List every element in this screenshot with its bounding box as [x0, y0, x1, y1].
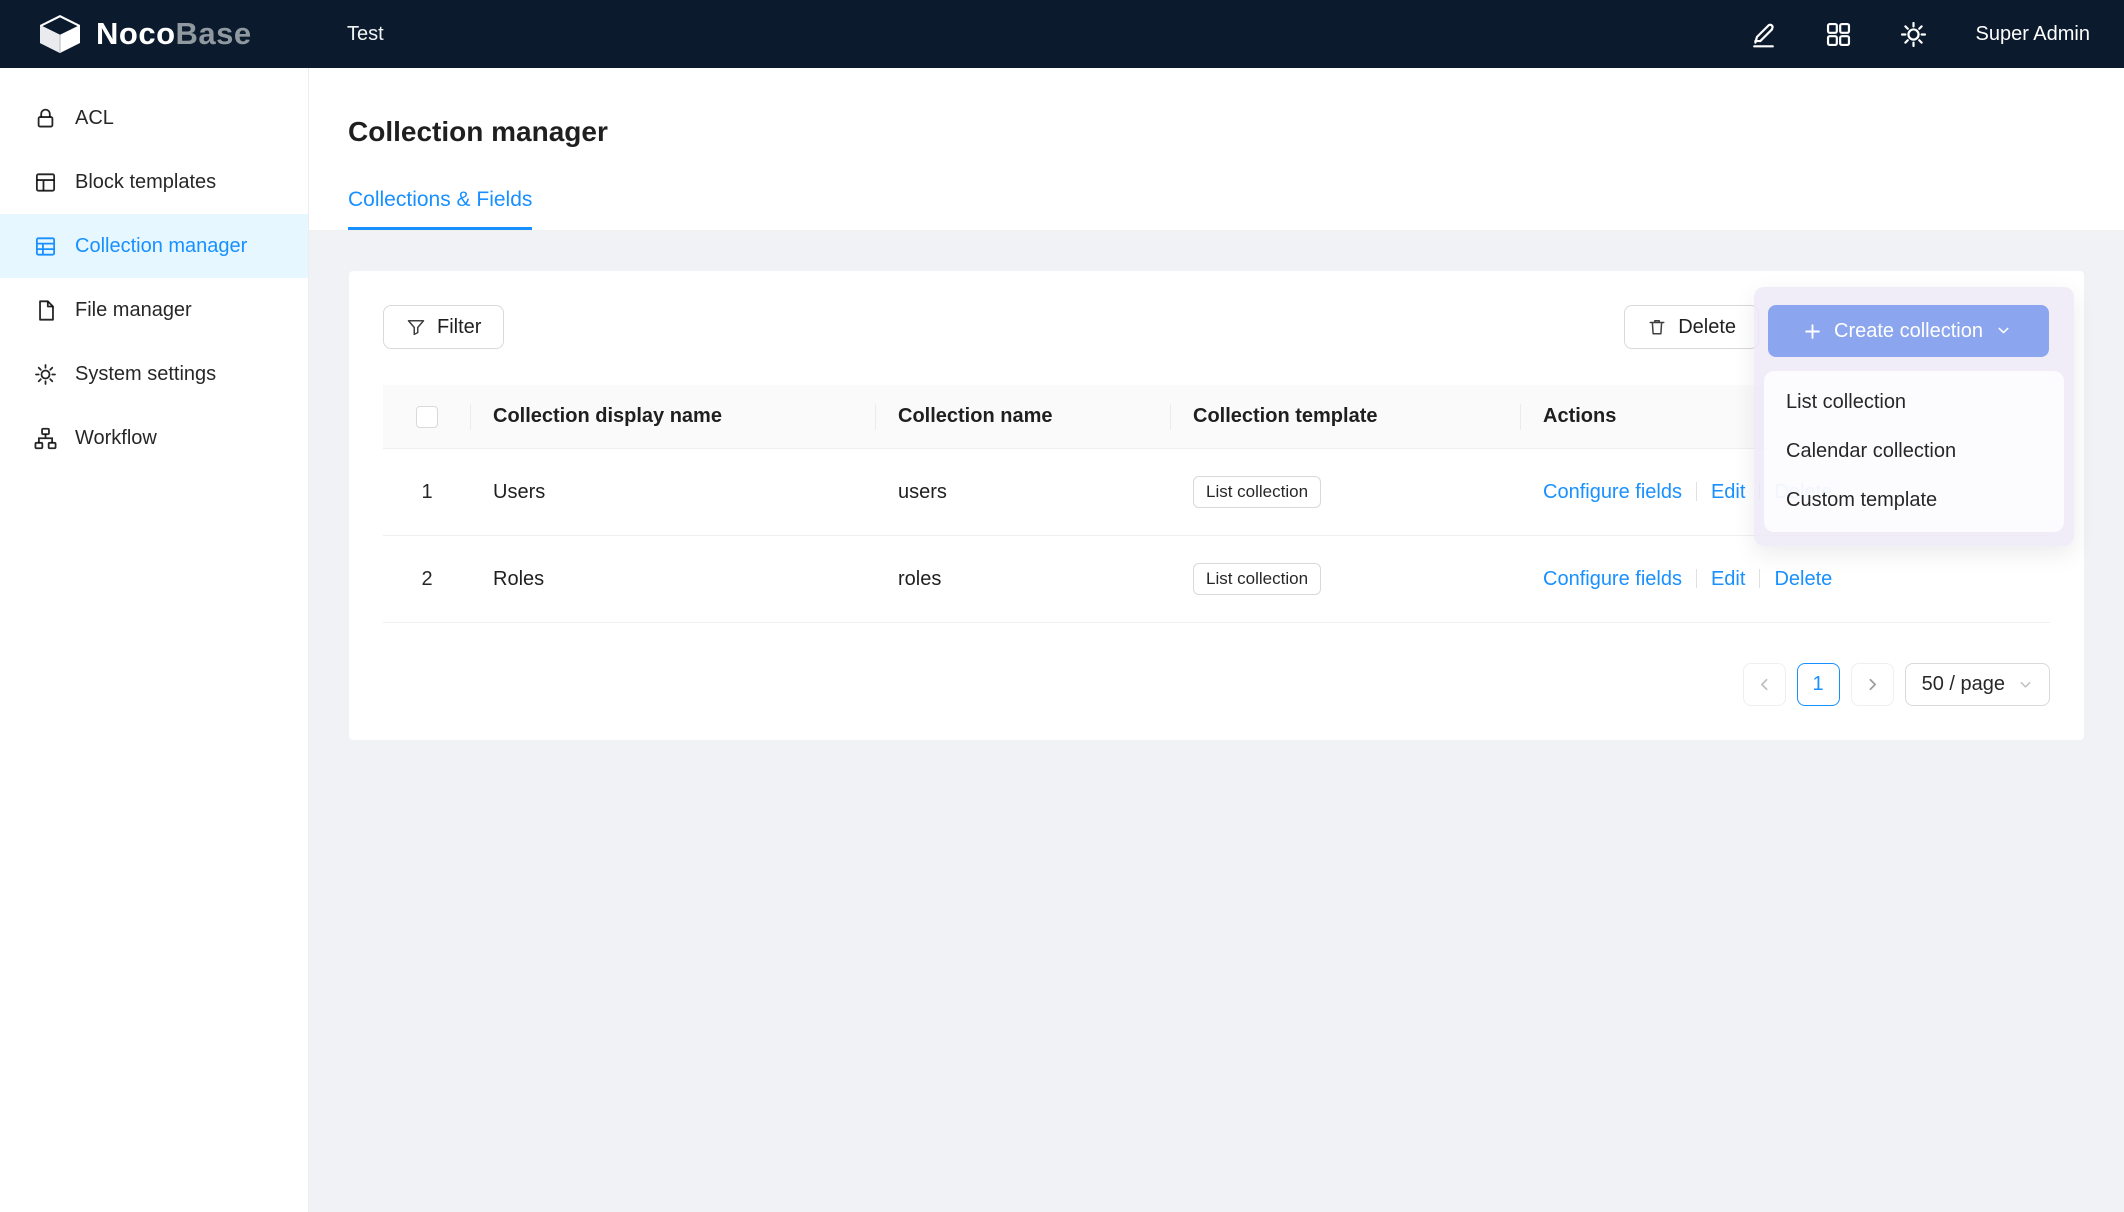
table-icon — [34, 235, 57, 258]
delete-button[interactable]: Delete — [1624, 305, 1759, 349]
nocobase-logo-icon — [38, 14, 82, 54]
filter-label: Filter — [437, 316, 481, 339]
pagination: 1 50 / page — [383, 663, 2050, 706]
tab-collections-and-fields[interactable]: Collections & Fields — [348, 188, 532, 230]
main-area: Collection manager Collections & Fields … — [309, 68, 2124, 1212]
chevron-left-icon — [1756, 676, 1773, 693]
user-menu[interactable]: Super Admin — [1975, 23, 2090, 46]
sidebar-item-block-templates[interactable]: Block templates — [0, 150, 308, 214]
sidebar-item-collection-manager[interactable]: Collection manager — [0, 214, 308, 278]
tabs: Collections & Fields — [348, 188, 2124, 230]
template-tag: List collection — [1193, 563, 1321, 595]
column-header: Collection template — [1171, 405, 1521, 428]
top-menu-item-test[interactable]: Test — [309, 23, 384, 46]
menu-item-list-collection[interactable]: List collection — [1764, 378, 2064, 427]
collections-card: Filter Delete — [349, 271, 2084, 740]
collection-name: roles — [876, 568, 1171, 591]
sidebar-item-system-settings[interactable]: System settings — [0, 342, 308, 406]
app-shell: ACL Block templates Collection manager — [0, 68, 2124, 1212]
settings-gear-icon[interactable] — [1900, 21, 1927, 48]
layout-icon — [34, 171, 57, 194]
gear-icon — [34, 363, 57, 386]
create-collection-label: Create collection — [1834, 320, 1983, 343]
collection-display-name: Users — [471, 481, 876, 504]
select-all-cell — [383, 406, 471, 428]
configure-fields-link[interactable]: Configure fields — [1543, 481, 1682, 503]
sidebar-item-file-manager[interactable]: File manager — [0, 278, 308, 342]
select-all-checkbox[interactable] — [416, 406, 438, 428]
template-tag: List collection — [1193, 476, 1321, 508]
filter-icon — [406, 317, 426, 337]
column-header: Collection name — [876, 405, 1171, 428]
collection-template-cell: List collection — [1171, 476, 1521, 508]
create-collection-dropdown: Create collection List collection Calend… — [1754, 287, 2074, 546]
chevron-right-icon — [1864, 676, 1881, 693]
page-title: Collection manager — [348, 116, 2124, 148]
edit-link[interactable]: Edit — [1711, 481, 1745, 503]
sidebar-item-label: File manager — [75, 299, 192, 322]
sidebar-item-label: Block templates — [75, 171, 216, 194]
content-area: Filter Delete — [309, 231, 2124, 1212]
brand-name: NocoBase — [96, 16, 252, 52]
sidebar-item-acl[interactable]: ACL — [0, 86, 308, 150]
page-header: Collection manager Collections & Fields — [309, 68, 2124, 231]
menu-item-custom-template[interactable]: Custom template — [1764, 476, 2064, 525]
table-row: 2 Roles roles List collection Configure … — [383, 536, 2050, 623]
menu-item-calendar-collection[interactable]: Calendar collection — [1764, 427, 2064, 476]
configure-fields-link[interactable]: Configure fields — [1543, 568, 1682, 590]
row-index: 1 — [383, 481, 471, 504]
sidebar-item-label: Workflow — [75, 427, 157, 450]
edit-link[interactable]: Edit — [1711, 568, 1745, 590]
lock-icon — [34, 107, 57, 130]
file-icon — [34, 299, 57, 322]
action-divider — [1696, 569, 1697, 588]
page-number-current[interactable]: 1 — [1797, 663, 1840, 706]
settings-sidebar: ACL Block templates Collection manager — [0, 68, 309, 1212]
collection-name: users — [876, 481, 1171, 504]
page-size-select[interactable]: 50 / page — [1905, 663, 2050, 706]
action-divider — [1759, 569, 1760, 588]
collection-display-name: Roles — [471, 568, 876, 591]
designer-pen-icon[interactable] — [1750, 21, 1777, 48]
filter-button[interactable]: Filter — [383, 305, 504, 349]
page-size-value: 50 / page — [1922, 673, 2005, 696]
sidebar-item-label: System settings — [75, 363, 216, 386]
brand: NocoBase — [0, 14, 309, 54]
create-collection-menu: List collection Calendar collection Cust… — [1764, 371, 2064, 532]
sidebar-item-workflow[interactable]: Workflow — [0, 406, 308, 470]
trash-icon — [1647, 317, 1667, 337]
row-actions: Configure fields Edit Delete — [1521, 568, 2050, 591]
sidebar-item-label: ACL — [75, 107, 114, 130]
create-collection-button[interactable]: Create collection — [1768, 305, 2049, 357]
row-index: 2 — [383, 568, 471, 591]
collection-template-cell: List collection — [1171, 563, 1521, 595]
plus-icon — [1803, 322, 1822, 341]
delete-link[interactable]: Delete — [1774, 568, 1832, 590]
column-header: Collection display name — [471, 405, 876, 428]
sidebar-item-label: Collection manager — [75, 235, 247, 258]
chevron-down-icon — [2018, 677, 2033, 692]
chevron-down-icon — [1995, 322, 2014, 341]
next-page-button[interactable] — [1851, 663, 1894, 706]
previous-page-button[interactable] — [1743, 663, 1786, 706]
topbar-right: Super Admin — [1750, 21, 2124, 48]
topbar: NocoBase Test Super Admin — [0, 0, 2124, 68]
workflow-icon — [34, 427, 57, 450]
delete-label: Delete — [1678, 316, 1736, 339]
blocks-grid-icon[interactable] — [1825, 21, 1852, 48]
action-divider — [1696, 482, 1697, 501]
